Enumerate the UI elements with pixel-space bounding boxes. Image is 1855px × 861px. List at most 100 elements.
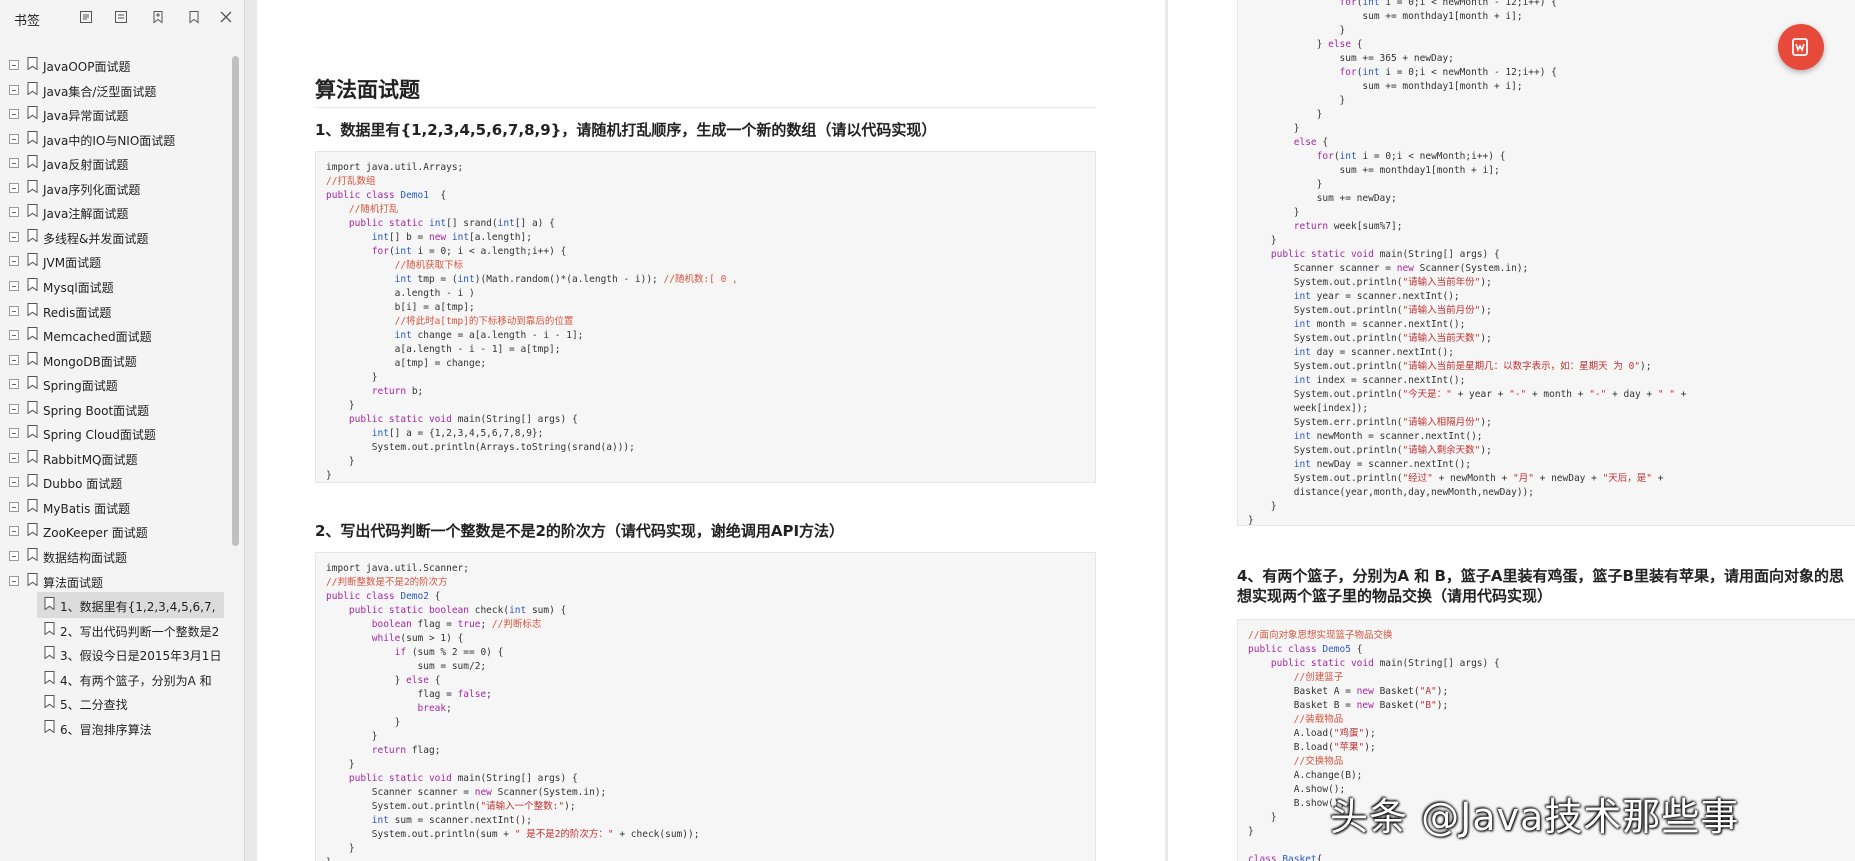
code-token: ); xyxy=(564,801,576,812)
add-bookmark-icon[interactable] xyxy=(150,9,166,25)
code-line: import java.util.Scanner; xyxy=(326,562,1085,576)
code-line: int newMonth = scanner.nextInt(); xyxy=(1248,430,1855,444)
code-token: new xyxy=(1356,686,1374,697)
expand-toggle-icon[interactable] xyxy=(9,428,19,439)
bookmark-icon xyxy=(27,204,38,220)
expand-toggle-icon[interactable] xyxy=(9,305,19,316)
bookmark-item[interactable]: Spring Boot面试题 xyxy=(0,396,232,422)
bookmark-item[interactable]: Java中的IO与NIO面试题 xyxy=(0,126,232,152)
bookmark-item[interactable]: 数据结构面试题 xyxy=(0,543,232,569)
expand-toggle-icon[interactable] xyxy=(9,452,19,463)
code-token: } xyxy=(326,857,332,861)
code-token: } xyxy=(1248,826,1254,837)
expand-toggle-icon[interactable] xyxy=(9,280,19,291)
close-icon[interactable] xyxy=(218,9,234,25)
expand-toggle-icon[interactable] xyxy=(9,551,19,561)
question-4-title: 4、有两个篮子，分别为A 和 B，篮子A里装有鸡蛋，篮子B里装有苹果，请用面向对… xyxy=(1237,567,1844,605)
bookmark-item[interactable]: Memcached面试题 xyxy=(0,322,232,348)
bookmark-item[interactable]: MongoDB面试题 xyxy=(0,347,232,373)
code-line: int sum = scanner.nextInt(); xyxy=(326,814,1085,828)
bookmark-item[interactable]: RabbitMQ面试题 xyxy=(0,445,232,471)
bookmark-item[interactable]: Dubbo 面试题 xyxy=(0,469,232,495)
bookmark-item[interactable]: ZooKeeper 面试题 xyxy=(0,518,232,544)
code-line: Basket A = new Basket("A"); xyxy=(1248,685,1855,699)
wps-convert-button[interactable] xyxy=(1778,24,1824,70)
bookmark-item[interactable]: Spring Cloud面试题 xyxy=(0,420,232,446)
code-token: return xyxy=(371,745,407,756)
expand-toggle-icon[interactable] xyxy=(9,60,19,70)
watermark-text: 头条 @Java技术那些事 xyxy=(1330,795,1740,839)
bookmark-subitem[interactable]: 1、数据里有{1,2,3,4,5,6,7, xyxy=(37,592,224,619)
bookmark-item[interactable]: Java序列化面试题 xyxy=(0,175,232,201)
expand-toggle-icon[interactable] xyxy=(9,133,19,144)
bookmark-item[interactable]: Java集合/泛型面试题 xyxy=(0,77,232,103)
collapse-all-icon[interactable] xyxy=(113,9,129,25)
expand-all-icon[interactable] xyxy=(78,9,94,25)
code-token: for xyxy=(1339,0,1357,8)
bookmark-item[interactable]: JVM面试题 xyxy=(0,248,232,274)
expand-toggle-icon[interactable] xyxy=(9,477,19,488)
expand-toggle-icon[interactable] xyxy=(9,84,19,95)
code-token: distance(year,month,day,newMonth,newDay)… xyxy=(1248,487,1534,498)
bookmark-panel: 书签 JavaOOP面试题 Java集合/泛型面试题 Java异常面试题 Java中的… xyxy=(0,0,245,861)
bookmark-label: JavaOOP面试题 xyxy=(43,60,131,74)
code-line: //随机获取下标 xyxy=(326,259,1085,273)
code-token: ); xyxy=(1480,445,1492,456)
expand-toggle-icon[interactable] xyxy=(9,182,19,193)
code-token: Scanner scanner = xyxy=(326,787,475,798)
code-line: for(int i = 0; i < a.length;i++) { xyxy=(326,245,1085,259)
code-token: int xyxy=(497,218,515,229)
bookmark-label: 6、冒泡排序算法 xyxy=(60,722,152,737)
bookmark-label: Java异常面试题 xyxy=(43,109,129,124)
bookmark-item[interactable]: JavaOOP面试题 xyxy=(0,52,232,78)
code-token: sum += monthday1[month + i]; xyxy=(1248,11,1523,22)
code-line: System.out.println("请输入当前是星期几：以数字表示，如：星期… xyxy=(1248,360,1855,374)
expand-toggle-icon[interactable] xyxy=(9,231,19,242)
expand-toggle-icon[interactable] xyxy=(9,158,19,169)
code-line: A.change(B); xyxy=(1248,769,1855,783)
bookmark-item[interactable]: 多线程&并发面试题 xyxy=(0,224,232,250)
code-token: } xyxy=(326,731,378,742)
code-token: " 是不是2的阶次方：" xyxy=(514,829,614,840)
code-token: newMonth = scanner.nextInt(); xyxy=(1310,431,1483,442)
bookmark-label: Java注解面试题 xyxy=(43,207,129,222)
code-token: flag = xyxy=(326,689,458,700)
bookmark-item[interactable]: Mysql面试题 xyxy=(0,273,232,299)
bookmark-subitem[interactable]: 5、二分查找 xyxy=(0,690,232,716)
expand-toggle-icon[interactable] xyxy=(9,403,19,414)
expand-toggle-icon[interactable] xyxy=(9,379,19,390)
expand-toggle-icon[interactable] xyxy=(9,575,19,586)
bookmark-item[interactable]: Redis面试题 xyxy=(0,298,232,324)
expand-toggle-icon[interactable] xyxy=(9,354,19,365)
expand-toggle-icon[interactable] xyxy=(9,109,19,120)
code-token: [] srand( xyxy=(446,218,498,229)
bookmark-item[interactable]: Java反射面试题 xyxy=(0,150,232,176)
code-line: } xyxy=(326,842,1085,856)
bookmark-label: MongoDB面试题 xyxy=(43,354,137,369)
bookmark-item[interactable]: 算法面试题 xyxy=(0,568,232,594)
bookmark-item[interactable]: Spring面试题 xyxy=(0,371,232,397)
bookmark-icon[interactable] xyxy=(186,9,202,25)
bookmark-item[interactable]: Java异常面试题 xyxy=(0,101,232,127)
expand-toggle-icon[interactable] xyxy=(9,256,19,267)
bookmark-label: Memcached面试题 xyxy=(43,330,152,345)
expand-toggle-icon[interactable] xyxy=(9,207,19,218)
code-token: " " xyxy=(1657,389,1676,400)
expand-toggle-icon[interactable] xyxy=(9,501,19,512)
bookmark-item[interactable]: Java注解面试题 xyxy=(0,199,232,225)
expand-toggle-icon[interactable] xyxy=(9,526,19,537)
bookmark-item[interactable]: MyBatis 面试题 xyxy=(0,494,232,520)
bookmark-label: 4、有两个篮子，分别为A 和 xyxy=(60,673,212,688)
bookmark-scrollbar[interactable] xyxy=(232,56,239,546)
expand-toggle-icon[interactable] xyxy=(9,330,19,341)
code-token: public static void xyxy=(348,414,458,425)
code-line: //打乱数组 xyxy=(326,175,1085,189)
bookmark-subitem[interactable]: 3、假设今日是2015年3月1日: xyxy=(0,641,232,667)
code-token: new xyxy=(428,232,452,243)
bookmark-subitem[interactable]: 2、写出代码判断一个整数是2 xyxy=(0,617,232,643)
bookmark-subitem[interactable]: 4、有两个篮子，分别为A 和 xyxy=(0,666,232,692)
bookmark-subitem[interactable]: 6、冒泡排序算法 xyxy=(0,715,232,741)
code-token: { xyxy=(1350,644,1363,655)
code-token: //装载物品 xyxy=(1293,714,1344,725)
